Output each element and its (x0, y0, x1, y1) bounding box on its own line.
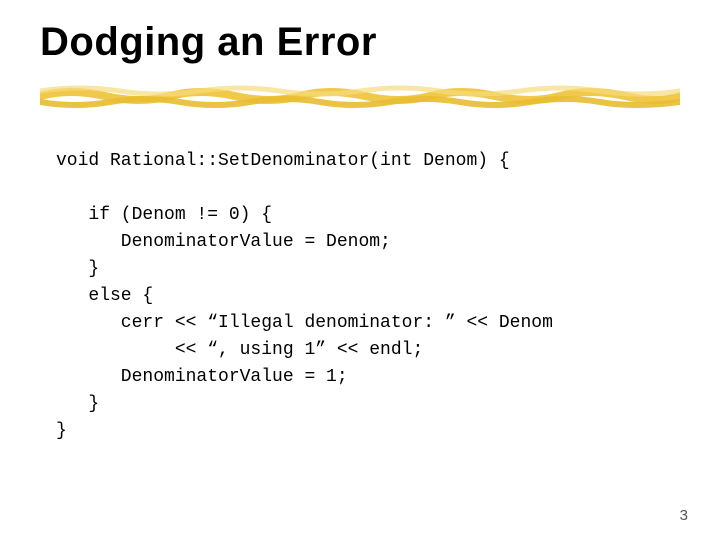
slide-title: Dodging an Error (40, 20, 377, 65)
slide: Dodging an Error void Rational::SetDenom… (0, 0, 720, 540)
page-number: 3 (680, 507, 688, 524)
title-underline-icon (40, 82, 680, 110)
code-block: void Rational::SetDenominator(int Denom)… (56, 148, 553, 445)
